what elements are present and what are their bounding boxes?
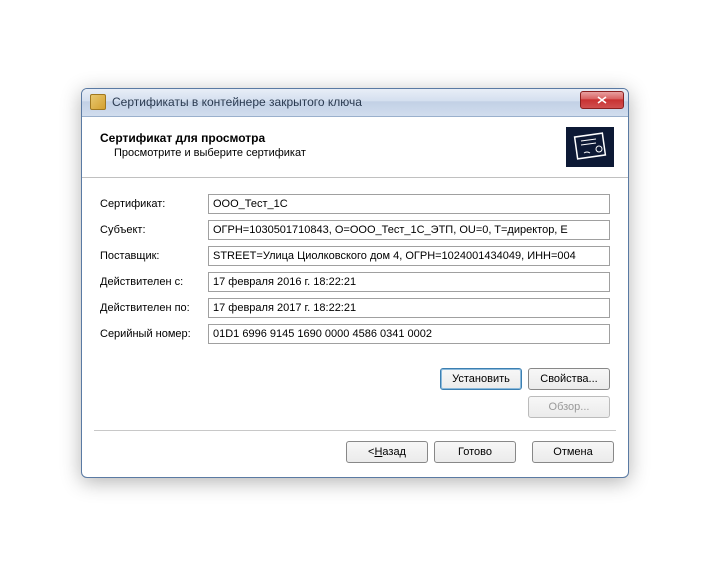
row-issuer: Поставщик: STREET=Улица Циолковского дом… — [100, 246, 610, 266]
row-valid-from: Действителен с: 17 февраля 2016 г. 18:22… — [100, 272, 610, 292]
action-buttons-row-2: Обзор... — [82, 396, 628, 424]
action-buttons-row-1: Установить Свойства... — [82, 360, 628, 396]
value-certificate[interactable]: ООО_Тест_1С — [208, 194, 610, 214]
certificate-icon — [566, 127, 614, 167]
row-subject: Субъект: ОГРН=1030501710843, O=ООО_Тест_… — [100, 220, 610, 240]
install-button[interactable]: Установить — [440, 368, 522, 390]
header-panel: Сертификат для просмотра Просмотрите и в… — [82, 117, 628, 178]
header-title: Сертификат для просмотра — [100, 131, 566, 145]
browse-button: Обзор... — [528, 396, 610, 418]
dialog-window: Сертификаты в контейнере закрытого ключа… — [81, 88, 629, 478]
row-certificate: Сертификат: ООО_Тест_1С — [100, 194, 610, 214]
properties-button[interactable]: Свойства... — [528, 368, 610, 390]
label-subject: Субъект: — [100, 224, 208, 236]
value-valid-from[interactable]: 17 февраля 2016 г. 18:22:21 — [208, 272, 610, 292]
dialog-content: Сертификат для просмотра Просмотрите и в… — [82, 117, 628, 477]
certificate-container-icon — [90, 94, 106, 110]
close-button[interactable] — [580, 91, 624, 109]
label-issuer: Поставщик: — [100, 250, 208, 262]
titlebar: Сертификаты в контейнере закрытого ключа — [82, 89, 628, 117]
value-serial[interactable]: 01D1 6996 9145 1690 0000 4586 0341 0002 — [208, 324, 610, 344]
value-valid-to[interactable]: 17 февраля 2017 г. 18:22:21 — [208, 298, 610, 318]
window-title: Сертификаты в контейнере закрытого ключа — [112, 95, 580, 109]
row-serial: Серийный номер: 01D1 6996 9145 1690 0000… — [100, 324, 610, 344]
value-issuer[interactable]: STREET=Улица Циолковского дом 4, ОГРН=10… — [208, 246, 610, 266]
header-subtitle: Просмотрите и выберите сертификат — [114, 147, 566, 159]
cancel-button[interactable]: Отмена — [532, 441, 614, 463]
finish-button[interactable]: Готово — [434, 441, 516, 463]
label-valid-to: Действителен по: — [100, 302, 208, 314]
label-certificate: Сертификат: — [100, 198, 208, 210]
row-valid-to: Действителен по: 17 февраля 2017 г. 18:2… — [100, 298, 610, 318]
value-subject[interactable]: ОГРН=1030501710843, O=ООО_Тест_1С_ЭТП, O… — [208, 220, 610, 240]
close-icon — [597, 96, 607, 104]
header-text: Сертификат для просмотра Просмотрите и в… — [100, 127, 566, 159]
footer-buttons: < Назад Готово Отмена — [82, 431, 628, 477]
back-button[interactable]: < Назад — [346, 441, 428, 463]
label-valid-from: Действителен с: — [100, 276, 208, 288]
certificate-form: Сертификат: ООО_Тест_1С Субъект: ОГРН=10… — [82, 178, 628, 360]
label-serial: Серийный номер: — [100, 328, 208, 340]
